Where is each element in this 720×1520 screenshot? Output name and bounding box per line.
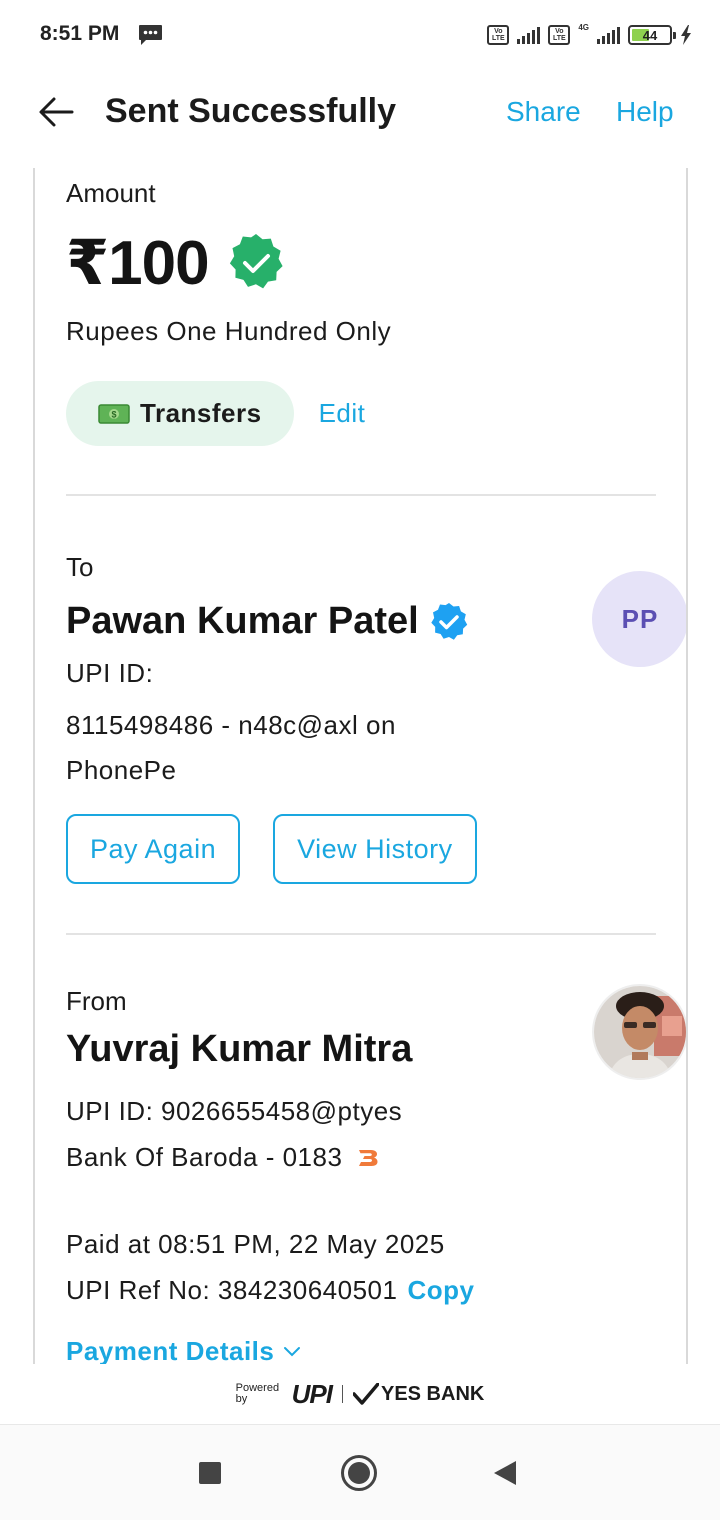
system-back-button[interactable] (494, 1461, 516, 1485)
amount-row: ₹100 (66, 226, 287, 299)
category-label: Transfers (140, 398, 262, 428)
recipient-avatar: PP (592, 571, 686, 667)
powered-by-footer: Powered by UPI YES BANK (0, 1372, 720, 1416)
paid-timestamp: Paid at 08:51 PM, 22 May 2025 (66, 1229, 445, 1259)
page-title: Sent Successfully (105, 92, 397, 130)
system-nav-bar (0, 1424, 720, 1520)
payment-details-label: Payment Details (66, 1336, 275, 1364)
profile-photo-icon (594, 986, 686, 1078)
to-label: To (66, 552, 94, 582)
status-time: 8:51 PM (40, 22, 120, 45)
verified-badge-icon (430, 602, 467, 640)
edit-category-link[interactable]: Edit (319, 398, 366, 429)
view-history-button[interactable]: View History (273, 814, 477, 884)
network-type-label: 4G (578, 22, 589, 32)
transaction-card: Amount ₹100 Rupees One Hundred Only $ Tr… (33, 168, 688, 1364)
recipient-upi-label: UPI ID: (66, 658, 154, 688)
charging-icon (681, 25, 691, 45)
volte-icon: Vo LTE (487, 25, 510, 45)
recipient-name: Pawan Kumar Patel (66, 600, 419, 642)
upi-logo: UPI (291, 1378, 333, 1409)
bank-of-baroda-logo-icon (359, 1149, 378, 1166)
status-bar: 8:51 PM Vo LTE Vo LTE 4G 44 (0, 0, 720, 70)
svg-text:$: $ (111, 409, 116, 419)
share-link[interactable]: Share (506, 96, 581, 128)
from-label: From (66, 986, 127, 1016)
sender-avatar (592, 984, 686, 1080)
signal-icon (517, 26, 541, 44)
yes-bank-logo: YES BANK (352, 1382, 485, 1406)
sender-bank: Bank Of Baroda - 0183 (66, 1142, 343, 1172)
yes-bank-label: YES BANK (380, 1382, 485, 1405)
message-notification-icon (139, 25, 162, 45)
recipient-actions: Pay Again View History (66, 814, 477, 884)
pay-again-button[interactable]: Pay Again (66, 814, 241, 884)
status-icons: Vo LTE Vo LTE 4G 44 (487, 22, 692, 48)
recipient-name-row: Pawan Kumar Patel (66, 600, 469, 643)
copy-ref-link[interactable]: Copy (407, 1275, 474, 1306)
brand-separator (341, 1385, 343, 1403)
upi-ref-number: UPI Ref No: 384230640501 (66, 1275, 398, 1305)
back-button[interactable] (34, 90, 78, 134)
sender-upi-id: UPI ID: 9026655458@ptyes (66, 1096, 403, 1126)
category-chip[interactable]: $ Transfers (66, 381, 294, 446)
payment-details-toggle[interactable]: Payment Details (66, 1336, 302, 1364)
battery-icon: 44 (628, 25, 676, 45)
recipient-upi-id: 8115498486 - n48c@axl on PhonePe (66, 710, 396, 785)
recent-apps-button[interactable] (199, 1462, 221, 1484)
divider (66, 494, 656, 496)
success-check-icon (229, 233, 283, 288)
signal-icon-2 (597, 26, 620, 44)
divider (66, 933, 656, 935)
volte-icon-2: Vo LTE (548, 25, 571, 45)
home-button[interactable] (341, 1455, 377, 1491)
sender-bank-row: Bank Of Baroda - 0183 (66, 1142, 380, 1173)
amount-in-words: Rupees One Hundred Only (66, 316, 392, 346)
amount-label: Amount (66, 178, 156, 208)
ref-row: UPI Ref No: 384230640501 Copy (66, 1275, 474, 1306)
money-icon: $ (98, 403, 130, 424)
app-header: Sent Successfully Share Help (0, 70, 720, 160)
chevron-down-icon (284, 1346, 301, 1356)
arrow-left-icon (39, 97, 74, 127)
help-link[interactable]: Help (616, 96, 674, 128)
yes-bank-check-icon (352, 1383, 379, 1405)
battery-level: 44 (642, 27, 658, 43)
powered-by-label: Powered by (235, 1382, 280, 1405)
category-row: $ Transfers Edit (66, 381, 365, 446)
amount-value: ₹100 (66, 229, 210, 298)
sender-name: Yuvraj Kumar Mitra (66, 1028, 413, 1070)
